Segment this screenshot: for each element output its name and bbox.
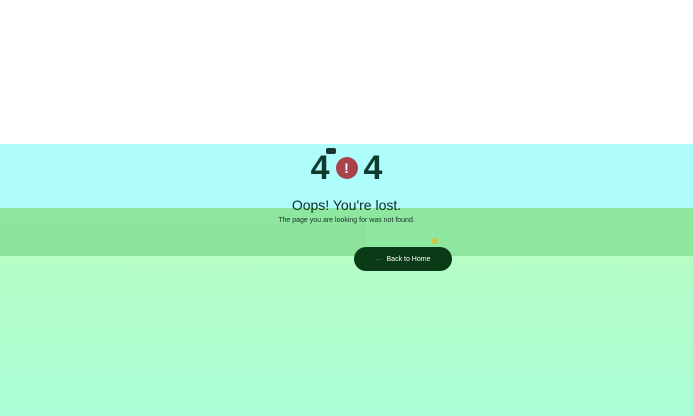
back-to-home-button[interactable]: ← Back to Home: [354, 247, 452, 271]
not-found-page: 4 ! 4 Oops! You're lost. The page you ar…: [0, 0, 693, 416]
top-background: [0, 0, 693, 144]
alert-icon: !: [335, 157, 358, 179]
error-message: The page you are looking for was not fou…: [278, 217, 415, 224]
error-code: 4 ! 4: [0, 150, 693, 186]
decorative-dot: [432, 238, 438, 244]
bottom-background: [0, 256, 693, 416]
error-code-row: 4 ! 4: [0, 150, 693, 186]
error-headline: Oops! You're lost.: [291, 197, 402, 213]
decorative-dot: [326, 148, 336, 154]
error-digit-last: 4: [363, 149, 383, 187]
back-to-home-label: Back to Home: [386, 255, 431, 263]
error-digit-first: 4: [310, 149, 330, 187]
arrow-left-icon: ←: [375, 255, 383, 263]
